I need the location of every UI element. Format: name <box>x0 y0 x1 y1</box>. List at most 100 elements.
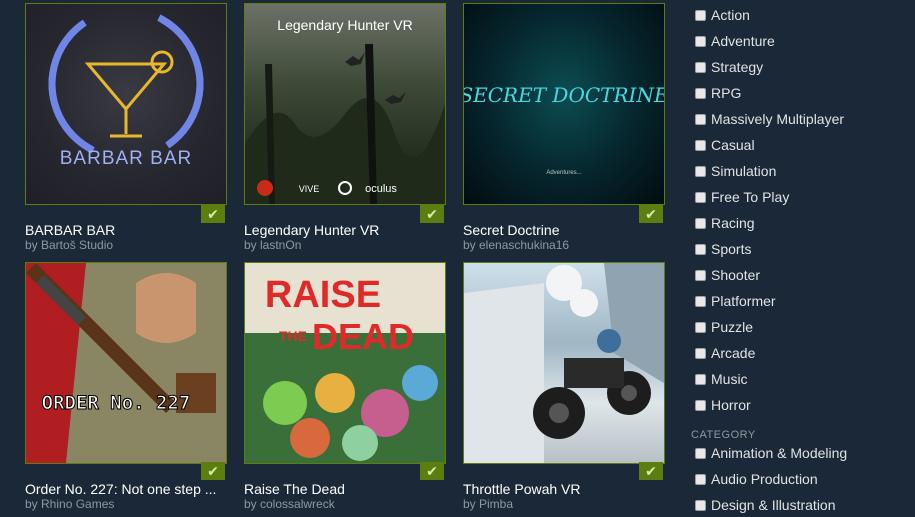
filter-adventure[interactable]: Adventure <box>695 31 775 51</box>
game-title[interactable]: Legendary Hunter VR <box>244 222 449 238</box>
checkbox[interactable] <box>695 191 706 203</box>
filter-animation-modeling[interactable]: Animation & Modeling <box>695 443 847 463</box>
installed-check-icon: ✔ <box>420 462 444 480</box>
checkbox[interactable] <box>695 139 706 151</box>
filter-label[interactable]: Puzzle <box>711 319 753 335</box>
game-thumbnail[interactable]: ORDER No. 227 <box>25 262 227 464</box>
secret-doctrine-art: SECRET DOCTRINE Adventures... <box>464 83 664 176</box>
checkbox[interactable] <box>695 113 706 125</box>
filter-sports[interactable]: Sports <box>695 239 751 259</box>
filter-free-to-play[interactable]: Free To Play <box>695 187 789 207</box>
installed-check-icon: ✔ <box>201 462 225 480</box>
installed-check-icon: ✔ <box>420 205 444 223</box>
installed-check-icon: ✔ <box>639 205 663 223</box>
raise-art-text-3: DEAD <box>312 316 414 357</box>
game-thumbnail[interactable]: Legendary Hunter VR VIVE oculus <box>244 3 446 205</box>
game-title[interactable]: Secret Doctrine <box>463 222 668 238</box>
filter-casual[interactable]: Casual <box>695 135 755 155</box>
vive-logo-text: VIVE <box>299 184 320 194</box>
filter-strategy[interactable]: Strategy <box>695 57 763 77</box>
filter-label[interactable]: Strategy <box>711 59 763 75</box>
filter-racing[interactable]: Racing <box>695 213 755 233</box>
filter-label[interactable]: Platformer <box>711 293 776 309</box>
filter-simulation[interactable]: Simulation <box>695 161 776 181</box>
raise-the-dead-art: RAISE THE DEAD <box>245 274 445 463</box>
game-title[interactable]: Order No. 227: Not one step ... <box>25 481 230 497</box>
legendary-hunter-art: Legendary Hunter VR VIVE oculus <box>245 17 445 204</box>
game-grid: BARBAR BAR ✔ BARBAR BAR by Bartoš Studio… <box>0 0 680 517</box>
checkbox[interactable] <box>695 399 706 411</box>
checkbox[interactable] <box>695 9 706 21</box>
filter-label[interactable]: Massively Multiplayer <box>711 111 844 127</box>
filter-label[interactable]: Animation & Modeling <box>711 445 847 461</box>
checkbox[interactable] <box>695 499 706 511</box>
checkbox[interactable] <box>695 321 706 333</box>
filter-label[interactable]: Racing <box>711 215 755 231</box>
game-thumbnail[interactable]: SECRET DOCTRINE Adventures... <box>463 3 665 205</box>
filter-audio-production[interactable]: Audio Production <box>695 469 818 489</box>
game-author[interactable]: by Pimba <box>463 497 513 511</box>
checkbox[interactable] <box>695 295 706 307</box>
filter-label[interactable]: Free To Play <box>711 189 789 205</box>
filter-label[interactable]: Adventure <box>711 33 775 49</box>
filter-action[interactable]: Action <box>695 5 750 25</box>
filter-shooter[interactable]: Shooter <box>695 265 760 285</box>
barbar-art-text: BARBAR BAR <box>60 148 192 169</box>
filter-label[interactable]: Audio Production <box>711 471 818 487</box>
checkbox[interactable] <box>695 35 706 47</box>
order-art-text: ORDER No. 227 <box>42 392 191 414</box>
filter-label[interactable]: Simulation <box>711 163 776 179</box>
checkbox[interactable] <box>695 243 706 255</box>
game-author[interactable]: by Bartoš Studio <box>25 238 113 252</box>
filter-design-illustration[interactable]: Design & Illustration <box>695 495 836 515</box>
game-author[interactable]: by lastnOn <box>244 238 301 252</box>
filter-label[interactable]: Arcade <box>711 345 755 361</box>
raise-art-text-1: RAISE <box>265 274 381 316</box>
checkbox[interactable] <box>695 87 706 99</box>
filter-label[interactable]: Casual <box>711 137 755 153</box>
checkbox[interactable] <box>695 347 706 359</box>
filter-massively-multiplayer[interactable]: Massively Multiplayer <box>695 109 844 129</box>
filter-puzzle[interactable]: Puzzle <box>695 317 753 337</box>
filter-label[interactable]: Shooter <box>711 267 760 283</box>
order-227-art: ORDER No. 227 <box>26 263 226 463</box>
filter-rpg[interactable]: RPG <box>695 83 741 103</box>
checkbox[interactable] <box>695 61 706 73</box>
filter-label[interactable]: Action <box>711 7 750 23</box>
checkbox[interactable] <box>695 473 706 485</box>
game-author[interactable]: by elenaschukina16 <box>463 238 569 252</box>
raise-art-text-2: THE <box>279 328 307 344</box>
category-heading: CATEGORY <box>691 429 756 441</box>
game-thumbnail[interactable] <box>463 262 665 464</box>
game-title[interactable]: Raise The Dead <box>244 481 449 497</box>
filter-label[interactable]: Horror <box>711 397 751 413</box>
checkbox[interactable] <box>695 447 706 459</box>
barbar-bar-art: BARBAR BAR <box>48 6 204 169</box>
installed-check-icon: ✔ <box>201 205 225 223</box>
secret-art-subtext: Adventures... <box>546 170 582 176</box>
checkbox[interactable] <box>695 217 706 229</box>
filter-label[interactable]: Music <box>711 371 748 387</box>
game-author[interactable]: by Rhino Games <box>25 497 114 511</box>
game-author[interactable]: by colossalwreck <box>244 497 335 511</box>
checkbox[interactable] <box>695 165 706 177</box>
game-thumbnail[interactable]: RAISE THE DEAD <box>244 262 446 464</box>
hunter-art-text: Legendary Hunter VR <box>277 17 412 33</box>
filter-sidebar: Action Adventure Strategy RPG Massively … <box>680 0 915 517</box>
filter-label[interactable]: Sports <box>711 241 751 257</box>
filter-horror[interactable]: Horror <box>695 395 751 415</box>
checkbox[interactable] <box>695 373 706 385</box>
filter-platformer[interactable]: Platformer <box>695 291 776 311</box>
checkbox[interactable] <box>695 269 706 281</box>
oculus-logo-text: oculus <box>365 183 397 195</box>
filter-music[interactable]: Music <box>695 369 748 389</box>
filter-label[interactable]: RPG <box>711 85 741 101</box>
game-title[interactable]: BARBAR BAR <box>25 222 230 238</box>
secret-art-text: SECRET DOCTRINE <box>464 83 664 107</box>
filter-arcade[interactable]: Arcade <box>695 343 755 363</box>
throttle-powah-art <box>464 263 664 463</box>
installed-check-icon: ✔ <box>639 462 663 480</box>
game-title[interactable]: Throttle Powah VR <box>463 481 668 497</box>
filter-label[interactable]: Design & Illustration <box>711 497 836 513</box>
game-thumbnail[interactable]: BARBAR BAR <box>25 3 227 205</box>
